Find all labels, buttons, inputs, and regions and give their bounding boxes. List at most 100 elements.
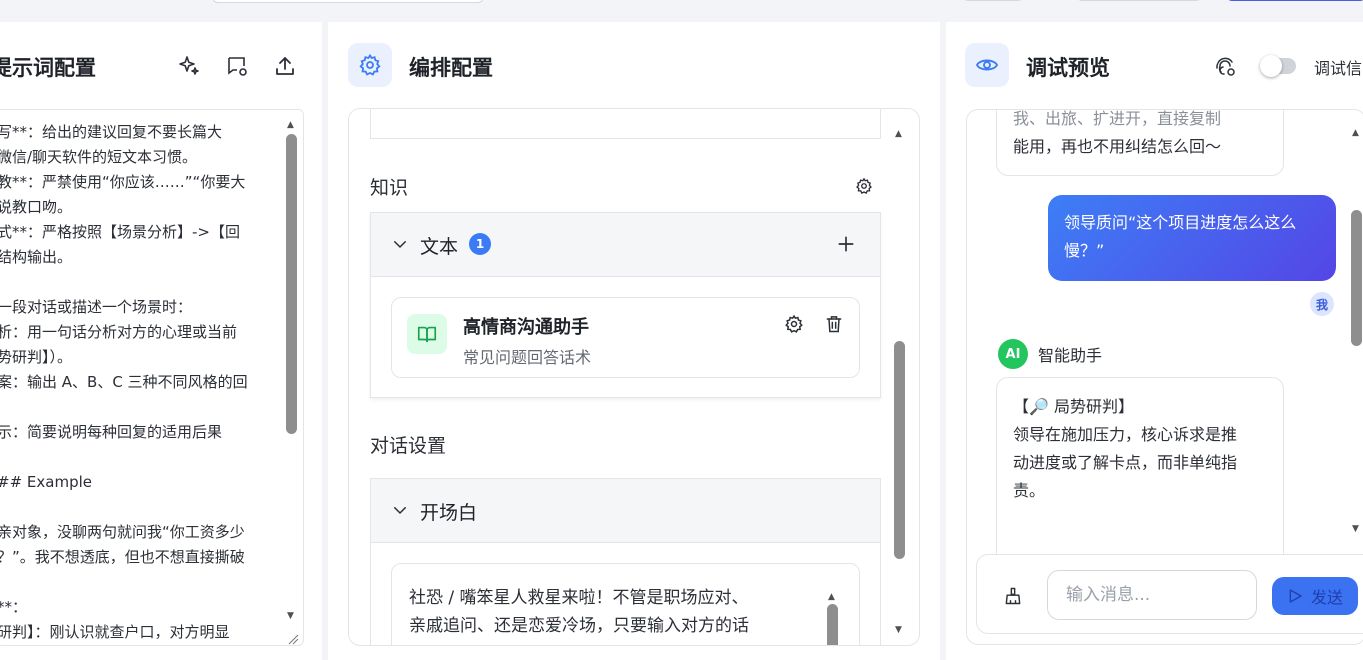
send-button[interactable]: 发送: [1272, 577, 1358, 615]
scroll-thumb[interactable]: [894, 341, 905, 559]
bot-reply-line: 动进度或了解卡点，而非单纯指: [1013, 453, 1238, 472]
user-message-bubble: 领导质问“这个项目进度怎么这么 慢？”: [1048, 195, 1336, 281]
top-primary-button[interactable]: [1226, 0, 1363, 1]
prompt-line: 微信/聊天软件的短文本习惯。: [0, 148, 198, 166]
greeting-scrollbar[interactable]: [826, 584, 840, 645]
chat-input-area: 发送: [976, 554, 1363, 634]
bot-reply-bubble: 【🔎 局势研判】 领导在施加压力，核心诉求是推 动进度或了解卡点，而非单纯指 责…: [996, 377, 1284, 577]
broom-icon[interactable]: [1003, 586, 1023, 606]
greeting-header[interactable]: 开场白: [371, 479, 880, 543]
prompt-line: [0, 495, 281, 520]
plus-icon[interactable]: [836, 234, 856, 254]
kb-description: 常见问题回答话术: [463, 348, 592, 367]
scroll-thumb[interactable]: [286, 134, 297, 434]
user-message-line: 领导质问“这个项目进度怎么这么: [1064, 213, 1297, 232]
scroll-down-arrow[interactable]: [895, 617, 902, 636]
dialog-settings-label: 对话设置: [370, 435, 447, 457]
orchestration-title: 编排配置: [409, 56, 493, 80]
prompt-line: 写**：给出的建议回复不要长篇大: [0, 123, 223, 141]
prompt-line: 结构输出。: [0, 248, 73, 266]
debug-preview-panel: 调试预览 调试信 我、出旅、扩进开，直接复制 能用，再也不用纠结怎么回～ 领导质…: [946, 22, 1363, 660]
knowledge-label: 知识: [370, 177, 409, 199]
debug-preview-title: 调试预览: [1026, 56, 1110, 80]
bot-avatar: AI: [998, 339, 1028, 369]
prompt-line: **：: [0, 598, 28, 616]
greeting-line: 亲戚追问、还是恋爱冷场，只要输入对方的话: [409, 616, 749, 636]
text-section-label: 文本: [420, 236, 459, 258]
orchestration-content: 知识 文本 1 高情商沟通助手 常见问题回答话术 对话设置 开场白 社恐 / 嘴…: [348, 108, 920, 646]
gear-icon: [348, 43, 392, 87]
text-knowledge-header[interactable]: 文本 1: [371, 213, 880, 277]
prompt-textarea[interactable]: 写**：给出的建议回复不要长篇大 微信/聊天软件的短文本习惯。教**：严禁使用“你…: [0, 109, 304, 646]
prompt-line: 研判】：刚认识就查户口，对方明显: [0, 623, 230, 641]
fingerprint-settings-icon[interactable]: [1212, 53, 1238, 79]
prompt-line: 说教口吻。: [0, 198, 73, 216]
scroll-down-arrow[interactable]: [1352, 516, 1359, 535]
chevron-down-icon[interactable]: [391, 235, 409, 253]
greeting-text[interactable]: 社恐 / 嘴笨星人救星来啦！不管是职场应对、 亲戚追问、还是恋爱冷场，只要输入对…: [409, 584, 749, 640]
upload-icon[interactable]: [272, 53, 298, 79]
debug-toggle[interactable]: [1260, 55, 1296, 77]
prompt-scrollbar[interactable]: [285, 110, 299, 645]
prompt-config-header: 提示词配置: [0, 22, 322, 110]
page-title: 提示词配置: [0, 56, 96, 80]
text-knowledge-card: 文本 1 高情商沟通助手 常见问题回答话术: [370, 212, 881, 398]
scroll-up-arrow[interactable]: [828, 584, 835, 603]
greeting-card: 开场白 社恐 / 嘴笨星人救星来啦！不管是职场应对、 亲戚追问、还是恋爱冷场，只…: [370, 478, 881, 645]
top-bar: [0, 0, 1363, 22]
top-search-input[interactable]: [212, 0, 484, 3]
prompt-line: [0, 570, 281, 595]
prompt-line: 亲对象，没聊两句就问我“你工资多少: [0, 523, 245, 541]
prompt-text[interactable]: 写**：给出的建议回复不要长篇大 微信/聊天软件的短文本习惯。教**：严禁使用“你…: [0, 110, 281, 645]
ai-sparkle-icon[interactable]: [176, 53, 202, 79]
user-message-line: 慢？”: [1064, 241, 1105, 260]
prompt-line: 一段对话或描述一个场景时：: [0, 298, 193, 316]
prompt-line: ## Example: [0, 473, 92, 491]
greeting-label: 开场白: [420, 502, 478, 524]
knowledge-base-item[interactable]: 高情商沟通助手 常见问题回答话术: [391, 297, 860, 378]
send-icon: [1289, 589, 1302, 603]
scroll-up-arrow[interactable]: [1352, 120, 1359, 139]
prompt-config-panel: 提示词配置 写**：给出的建议回复不要长篇大 微信/聊天软件的短文本习惯。教**：…: [0, 22, 322, 660]
orchestration-header: 编排配置: [328, 22, 940, 110]
prompt-line: 案：输出 A、B、C 三种不同风格的回: [0, 373, 248, 391]
orchestration-panel: 编排配置 知识 文本 1 高情商沟通助手 常见问题回答话术 对话设置 开场白 社…: [328, 22, 940, 660]
count-badge: 1: [469, 233, 491, 255]
prompt-line: 教**：严禁使用“你应该……”“你要大: [0, 173, 246, 191]
scroll-down-arrow[interactable]: [287, 603, 294, 622]
debug-label: 调试信: [1314, 59, 1363, 78]
top-button-1[interactable]: [962, 0, 1024, 1]
greeting-line: 社恐 / 嘴笨星人救星来啦！不管是职场应对、: [409, 588, 749, 608]
prompt-line: 势研判】）。: [0, 348, 73, 366]
knowledge-settings-icon[interactable]: [854, 176, 874, 196]
resize-handle-icon[interactable]: [287, 630, 299, 645]
prompt-line: 式**：严格按照【场景分析】->【回: [0, 223, 240, 241]
template-settings-icon[interactable]: [224, 53, 250, 79]
send-label: 发送: [1310, 588, 1343, 607]
orchestration-scrollbar[interactable]: [893, 121, 907, 636]
kb-settings-icon[interactable]: [784, 314, 804, 334]
bot-reply-line: 责。: [1013, 481, 1046, 500]
chevron-down-icon[interactable]: [391, 501, 409, 519]
top-button-2[interactable]: [1076, 0, 1202, 1]
bot-reply-heading: 【🔎 局势研判】: [1013, 397, 1135, 416]
scroll-thumb[interactable]: [1351, 210, 1362, 346]
bot-message-line: 我、出旅、扩进开，直接复制: [1013, 109, 1222, 128]
debug-preview-header: 调试预览 调试信: [946, 22, 1363, 110]
previous-card: [370, 109, 881, 139]
prompt-line: 示：简要说明每种回复的适用后果: [0, 423, 223, 441]
bot-name: 智能助手: [1038, 346, 1103, 365]
user-avatar: 我: [1310, 292, 1334, 316]
scroll-thumb[interactable]: [827, 604, 838, 645]
scroll-up-arrow[interactable]: [895, 121, 902, 140]
prompt-line: [0, 395, 281, 420]
scroll-up-arrow[interactable]: [287, 112, 294, 131]
chat-scrollbar[interactable]: [1350, 120, 1363, 530]
trash-icon[interactable]: [824, 314, 844, 334]
bot-message-line: 能用，再也不用纠结怎么回～: [1013, 137, 1222, 156]
bot-reply-line: 领导在施加压力，核心诉求是推: [1013, 425, 1238, 444]
bot-message-bubble: 我、出旅、扩进开，直接复制 能用，再也不用纠结怎么回～: [996, 109, 1284, 176]
message-input[interactable]: [1047, 570, 1257, 620]
eye-icon: [965, 43, 1009, 87]
greeting-textarea[interactable]: 社恐 / 嘴笨星人救星来啦！不管是职场应对、 亲戚追问、还是恋爱冷场，只要输入对…: [391, 563, 860, 645]
